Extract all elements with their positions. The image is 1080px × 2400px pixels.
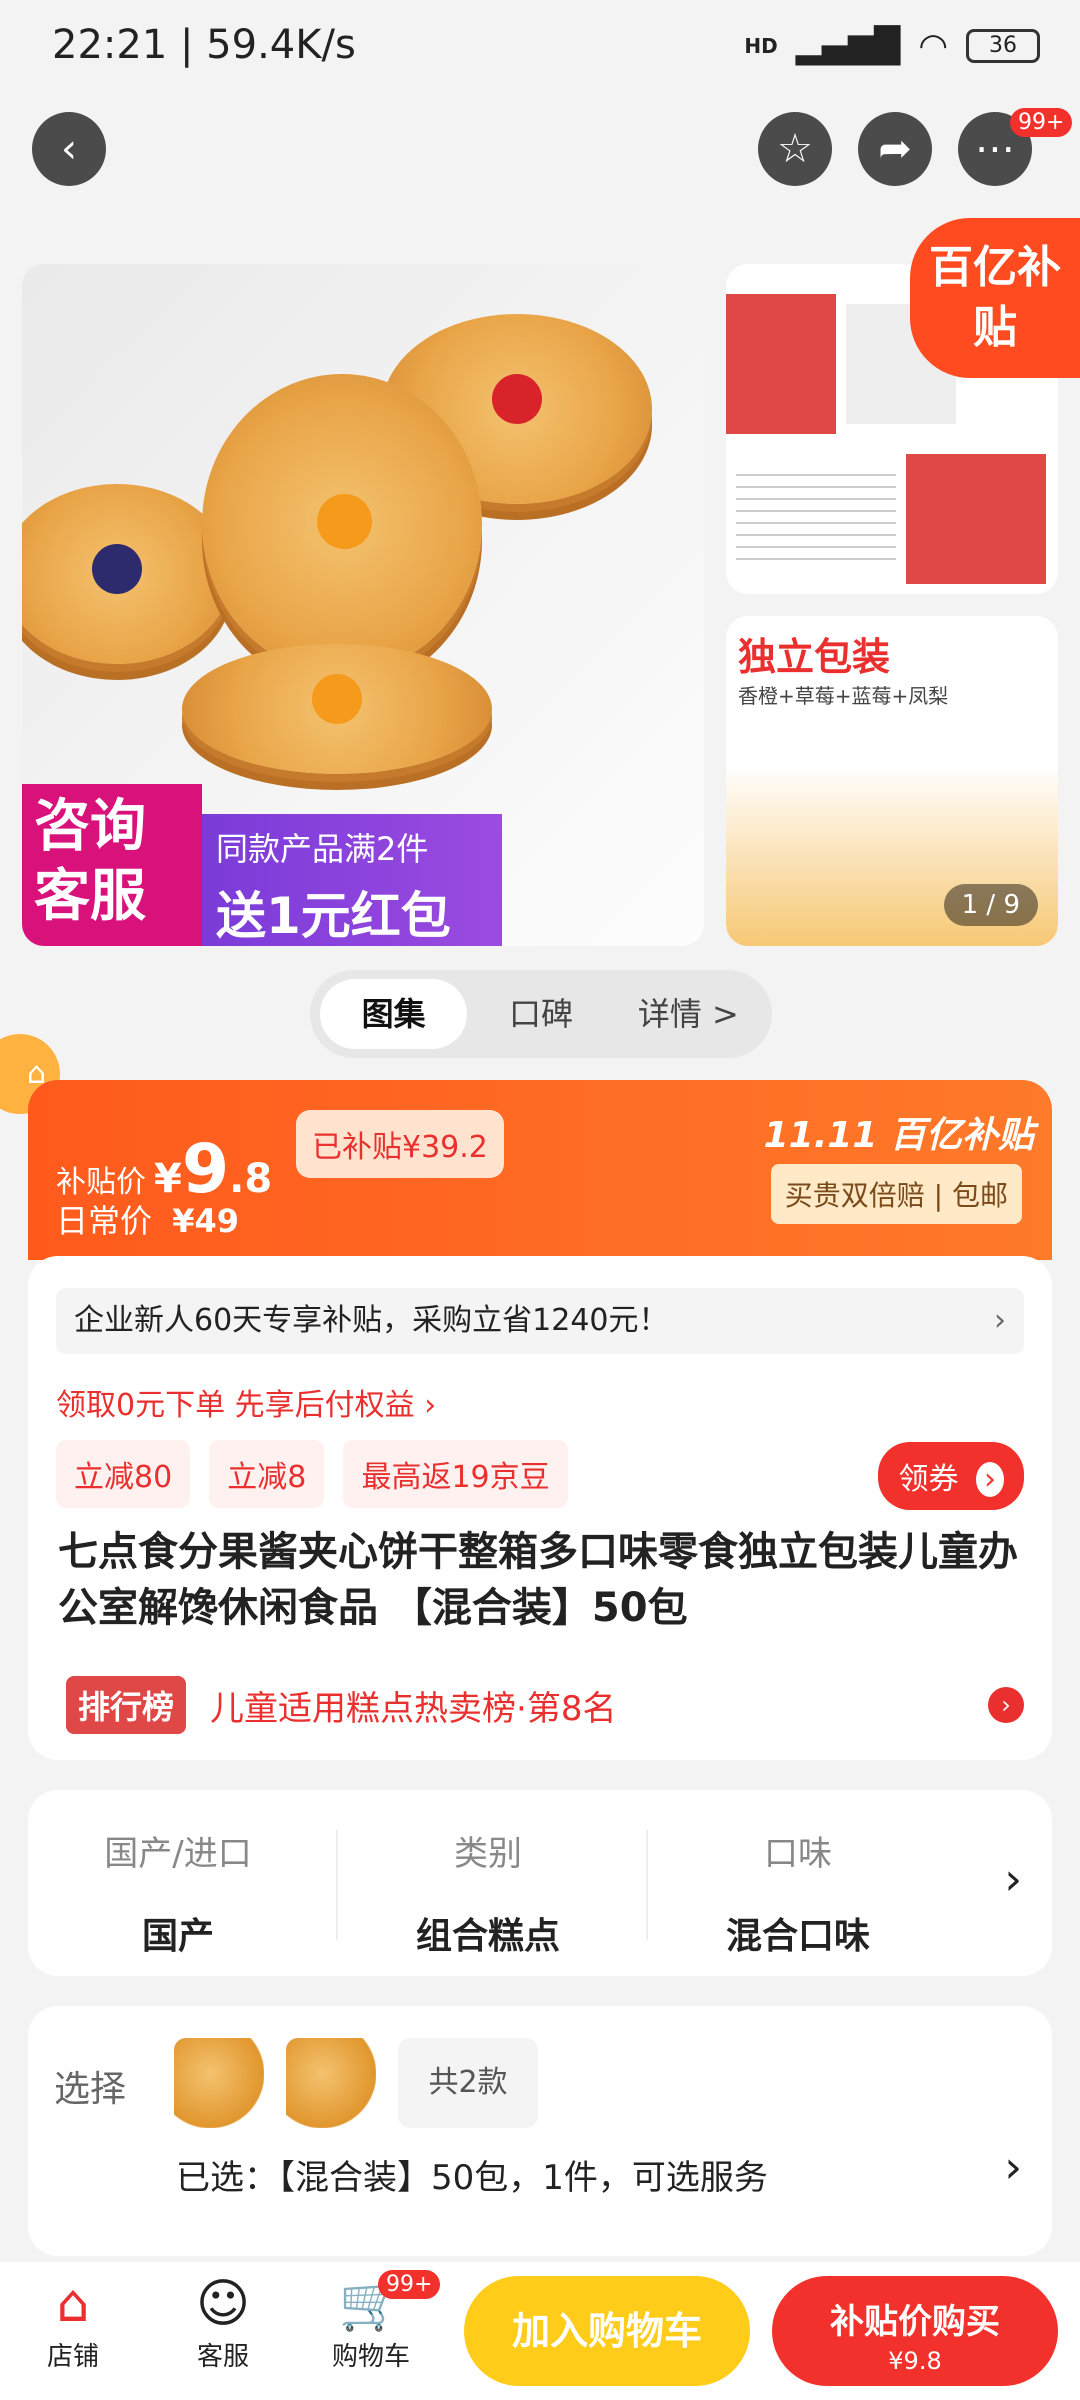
service-label: 客服 xyxy=(196,2342,249,2372)
packaging-title: 独立包装 xyxy=(738,635,891,679)
star-icon: ☆ xyxy=(777,126,813,172)
gallery-counter: 1 / 9 xyxy=(943,884,1038,926)
gallery-main-image[interactable]: 咨询客服 同款产品满2件 送1元红包 xyxy=(22,264,704,946)
variant-thumb-2[interactable] xyxy=(286,2038,376,2128)
newuser-text: 企业新人60天专享补贴，采购立省1240元！ xyxy=(74,1303,669,1338)
cart-badge: 99+ xyxy=(378,2270,441,2299)
add-to-cart-button[interactable]: 加入购物车 xyxy=(464,2276,750,2386)
newuser-banner[interactable]: 企业新人60天专享补贴，采购立省1240元！ › xyxy=(56,1288,1024,1354)
buy-button[interactable]: 补贴价购买 ¥9.8 xyxy=(772,2276,1058,2386)
cart-label: 购物车 xyxy=(331,2342,410,2372)
more-badge: 99+ xyxy=(1010,108,1073,137)
more-icon: ⋯ xyxy=(975,126,1015,172)
store-button[interactable]: ⌂ 店铺 xyxy=(18,2272,128,2373)
spec-origin-key: 国产/进口 xyxy=(104,1834,252,1874)
gallery-thumb-packaging[interactable]: 独立包装 香橙+草莓+蓝莓+凤梨 1 / 9 xyxy=(726,616,1058,946)
consult-service-promo[interactable]: 咨询客服 xyxy=(22,784,202,946)
battery-icon: 36 xyxy=(966,29,1040,63)
status-time: 22:21 | 59.4K/s xyxy=(52,22,356,68)
subsidy-tag-text: 百亿补贴 xyxy=(929,242,1061,353)
select-label: 选择 xyxy=(54,2069,127,2110)
rank-text: 儿童适用糕点热卖榜·第8名 xyxy=(210,1688,617,1729)
daily-price: 日常价 ¥49 xyxy=(56,1196,239,1242)
daily-label: 日常价 xyxy=(56,1202,153,1240)
coupon-label: 领券 xyxy=(898,1462,959,1497)
share-icon: ➦ xyxy=(878,126,912,172)
media-tabs: 图集 口碑 详情 > xyxy=(310,970,772,1058)
specs-card[interactable]: 国产/进口 国产 类别 组合糕点 口味 混合口味 › xyxy=(28,1790,1052,1976)
share-button[interactable]: ➦ xyxy=(858,112,932,186)
chevron-left-icon: ‹ xyxy=(61,126,77,172)
spec-category-key: 类别 xyxy=(454,1834,522,1874)
gift-promo-bottom: 送1元红包 xyxy=(216,887,451,945)
spec-origin: 国产/进口 国产 xyxy=(28,1790,328,1959)
spec-flavor-value: 混合口味 xyxy=(725,1916,870,1957)
chevron-right-icon: › xyxy=(1004,2142,1022,2193)
gift-promo-top: 同款产品满2件 xyxy=(216,830,429,868)
coupon-button[interactable]: 领券 › xyxy=(878,1442,1024,1510)
chip-discount-80[interactable]: 立减80 xyxy=(56,1440,191,1508)
signal-icon: ▂▄▆█ xyxy=(795,26,901,66)
rank-row[interactable]: 排行榜 儿童适用糕点热卖榜·第8名 › xyxy=(66,1676,1024,1734)
product-info-card: 企业新人60天专享补贴，采购立省1240元！ › 领取0元下单 先享后付权益 ›… xyxy=(28,1256,1052,1760)
chat-icon: ☺ xyxy=(195,2274,251,2334)
event-logo[interactable]: 11.11 百亿补贴 xyxy=(764,1106,1034,1158)
price-label: 补贴价 xyxy=(56,1165,146,1200)
chip-jd-beans[interactable]: 最高返19京豆 xyxy=(343,1440,568,1508)
packaging-sub: 香橙+草莓+蓝莓+凤梨 xyxy=(738,684,949,708)
back-button[interactable]: ‹ xyxy=(32,112,106,186)
guarantee-badge: 买贵双倍赔 | 包邮 xyxy=(770,1164,1022,1224)
wifi-icon: ◠ xyxy=(918,26,948,66)
tab-details[interactable]: 详情 > xyxy=(615,979,762,1049)
credit-link[interactable]: 领取0元下单 先享后付权益 › xyxy=(56,1380,436,1424)
spec-category: 类别 组合糕点 xyxy=(338,1790,638,1959)
spec-flavor: 口味 混合口味 xyxy=(648,1790,948,1959)
store-icon: ⌂ xyxy=(56,2274,90,2334)
spec-origin-value: 国产 xyxy=(141,1916,214,1957)
buy-price: ¥9.8 xyxy=(888,2347,942,2375)
network-label: HD xyxy=(744,34,778,58)
chevron-right-icon: › xyxy=(1004,1854,1022,1905)
tab-reviews[interactable]: 口碑 xyxy=(467,979,614,1049)
favorite-button[interactable]: ☆ xyxy=(758,112,832,186)
subsidized-amount: 已补贴¥39.2 xyxy=(296,1110,504,1178)
credit-text: 领取0元下单 先享后付权益 xyxy=(56,1388,415,1423)
buy-label: 补贴价购买 xyxy=(830,2302,1000,2342)
tab-gallery[interactable]: 图集 xyxy=(320,979,468,1049)
chip-discount-8[interactable]: 立减8 xyxy=(209,1440,325,1508)
chevron-right-circle-icon: › xyxy=(988,1687,1024,1723)
gift-promo: 同款产品满2件 送1元红包 xyxy=(202,814,502,946)
product-title: 七点食分果酱夹心饼干整箱多口味零食独立包装儿童办公室解馋休闲食品 【混合装】50… xyxy=(58,1529,1018,1631)
daily-value: ¥49 xyxy=(172,1202,239,1240)
spec-flavor-key: 口味 xyxy=(764,1834,832,1874)
variant-count[interactable]: 共2款 xyxy=(398,2038,538,2128)
selected-summary: 已选：【混合装】50包，1件，可选服务 xyxy=(176,2158,768,2198)
spec-category-value: 组合糕点 xyxy=(415,1916,560,1957)
store-label: 店铺 xyxy=(46,2342,99,2372)
variant-thumb-1[interactable] xyxy=(174,2038,264,2128)
rank-badge: 排行榜 xyxy=(66,1676,187,1734)
discount-chips: 立减80 立减8 最高返19京豆 xyxy=(56,1440,582,1508)
price-banner: 补贴价 ¥ 9 .8 已补贴¥39.2 日常价 ¥49 11.11 百亿补贴 买… xyxy=(28,1080,1052,1260)
service-button[interactable]: ☺ 客服 xyxy=(168,2272,278,2373)
chevron-right-icon: › xyxy=(994,1303,1006,1338)
status-bar: 22:21 | 59.4K/s HD ▂▄▆█ ◠ 36 xyxy=(0,0,1080,100)
status-icons: HD ▂▄▆█ ◠ 36 xyxy=(744,26,1040,66)
chevron-right-icon: › xyxy=(424,1388,437,1423)
subsidy-tag: 百亿补贴 xyxy=(910,218,1080,378)
select-card[interactable]: 选择 共2款 已选：【混合装】50包，1件，可选服务 › xyxy=(28,2006,1052,2256)
chevron-right-circle-icon: › xyxy=(976,1462,1004,1497)
